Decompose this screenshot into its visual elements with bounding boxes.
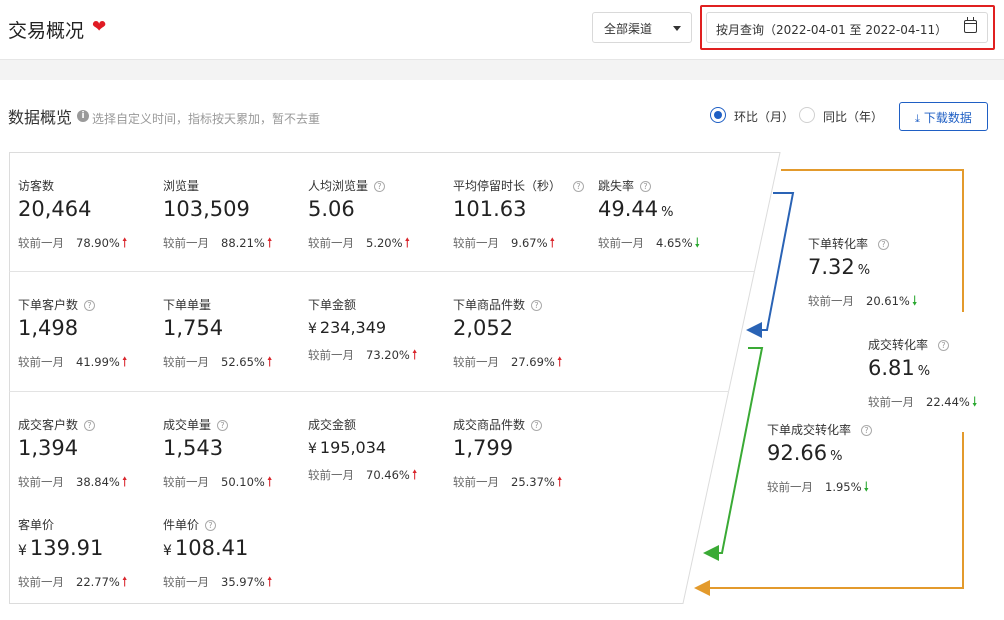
flow-line-green <box>703 347 764 561</box>
arrow-down-icon: 🠗 <box>971 395 978 410</box>
metric-compare: 较前一月 1.95% 🠗 <box>767 478 869 500</box>
metric-label-text: 下单成交转化率 <box>767 423 852 437</box>
metric-value: 92.66% <box>767 441 842 465</box>
metric-label: 成交转化率? <box>868 336 950 353</box>
metric-value-number: 92.66 <box>767 441 828 465</box>
arrow-down-icon: 🠗 <box>911 294 918 309</box>
metric-value: 6.81% <box>868 356 930 380</box>
compare-pct: 22.44% <box>926 395 970 409</box>
metric-value: 7.32% <box>808 255 870 279</box>
metric-unit: % <box>917 364 931 379</box>
metric-value-number: 6.81 <box>868 356 915 380</box>
metric-label-text: 成交转化率 <box>868 338 929 352</box>
help-icon[interactable]: ? <box>878 239 890 250</box>
compare-label: 较前一月 <box>808 294 854 308</box>
help-icon[interactable]: ? <box>861 425 873 436</box>
metric-unit: % <box>857 263 871 278</box>
flow-line-blue <box>746 192 795 338</box>
arrow-down-icon: 🠗 <box>863 480 870 495</box>
compare-label: 较前一月 <box>767 480 813 494</box>
compare-pct: 20.61% <box>866 294 910 308</box>
metric-label-text: 下单转化率 <box>808 237 869 251</box>
compare-label: 较前一月 <box>868 395 914 409</box>
help-icon[interactable]: ? <box>938 340 950 351</box>
metric-unit: % <box>830 449 843 464</box>
metric-label: 下单成交转化率? <box>767 421 873 438</box>
metric-compare: 较前一月 20.61% 🠗 <box>808 292 917 314</box>
compare-pct: 1.95% <box>825 480 862 494</box>
metric-value-number: 7.32 <box>808 255 855 279</box>
metric-compare: 较前一月 22.44% 🠗 <box>868 393 977 415</box>
metric-label: 下单转化率? <box>808 235 890 252</box>
